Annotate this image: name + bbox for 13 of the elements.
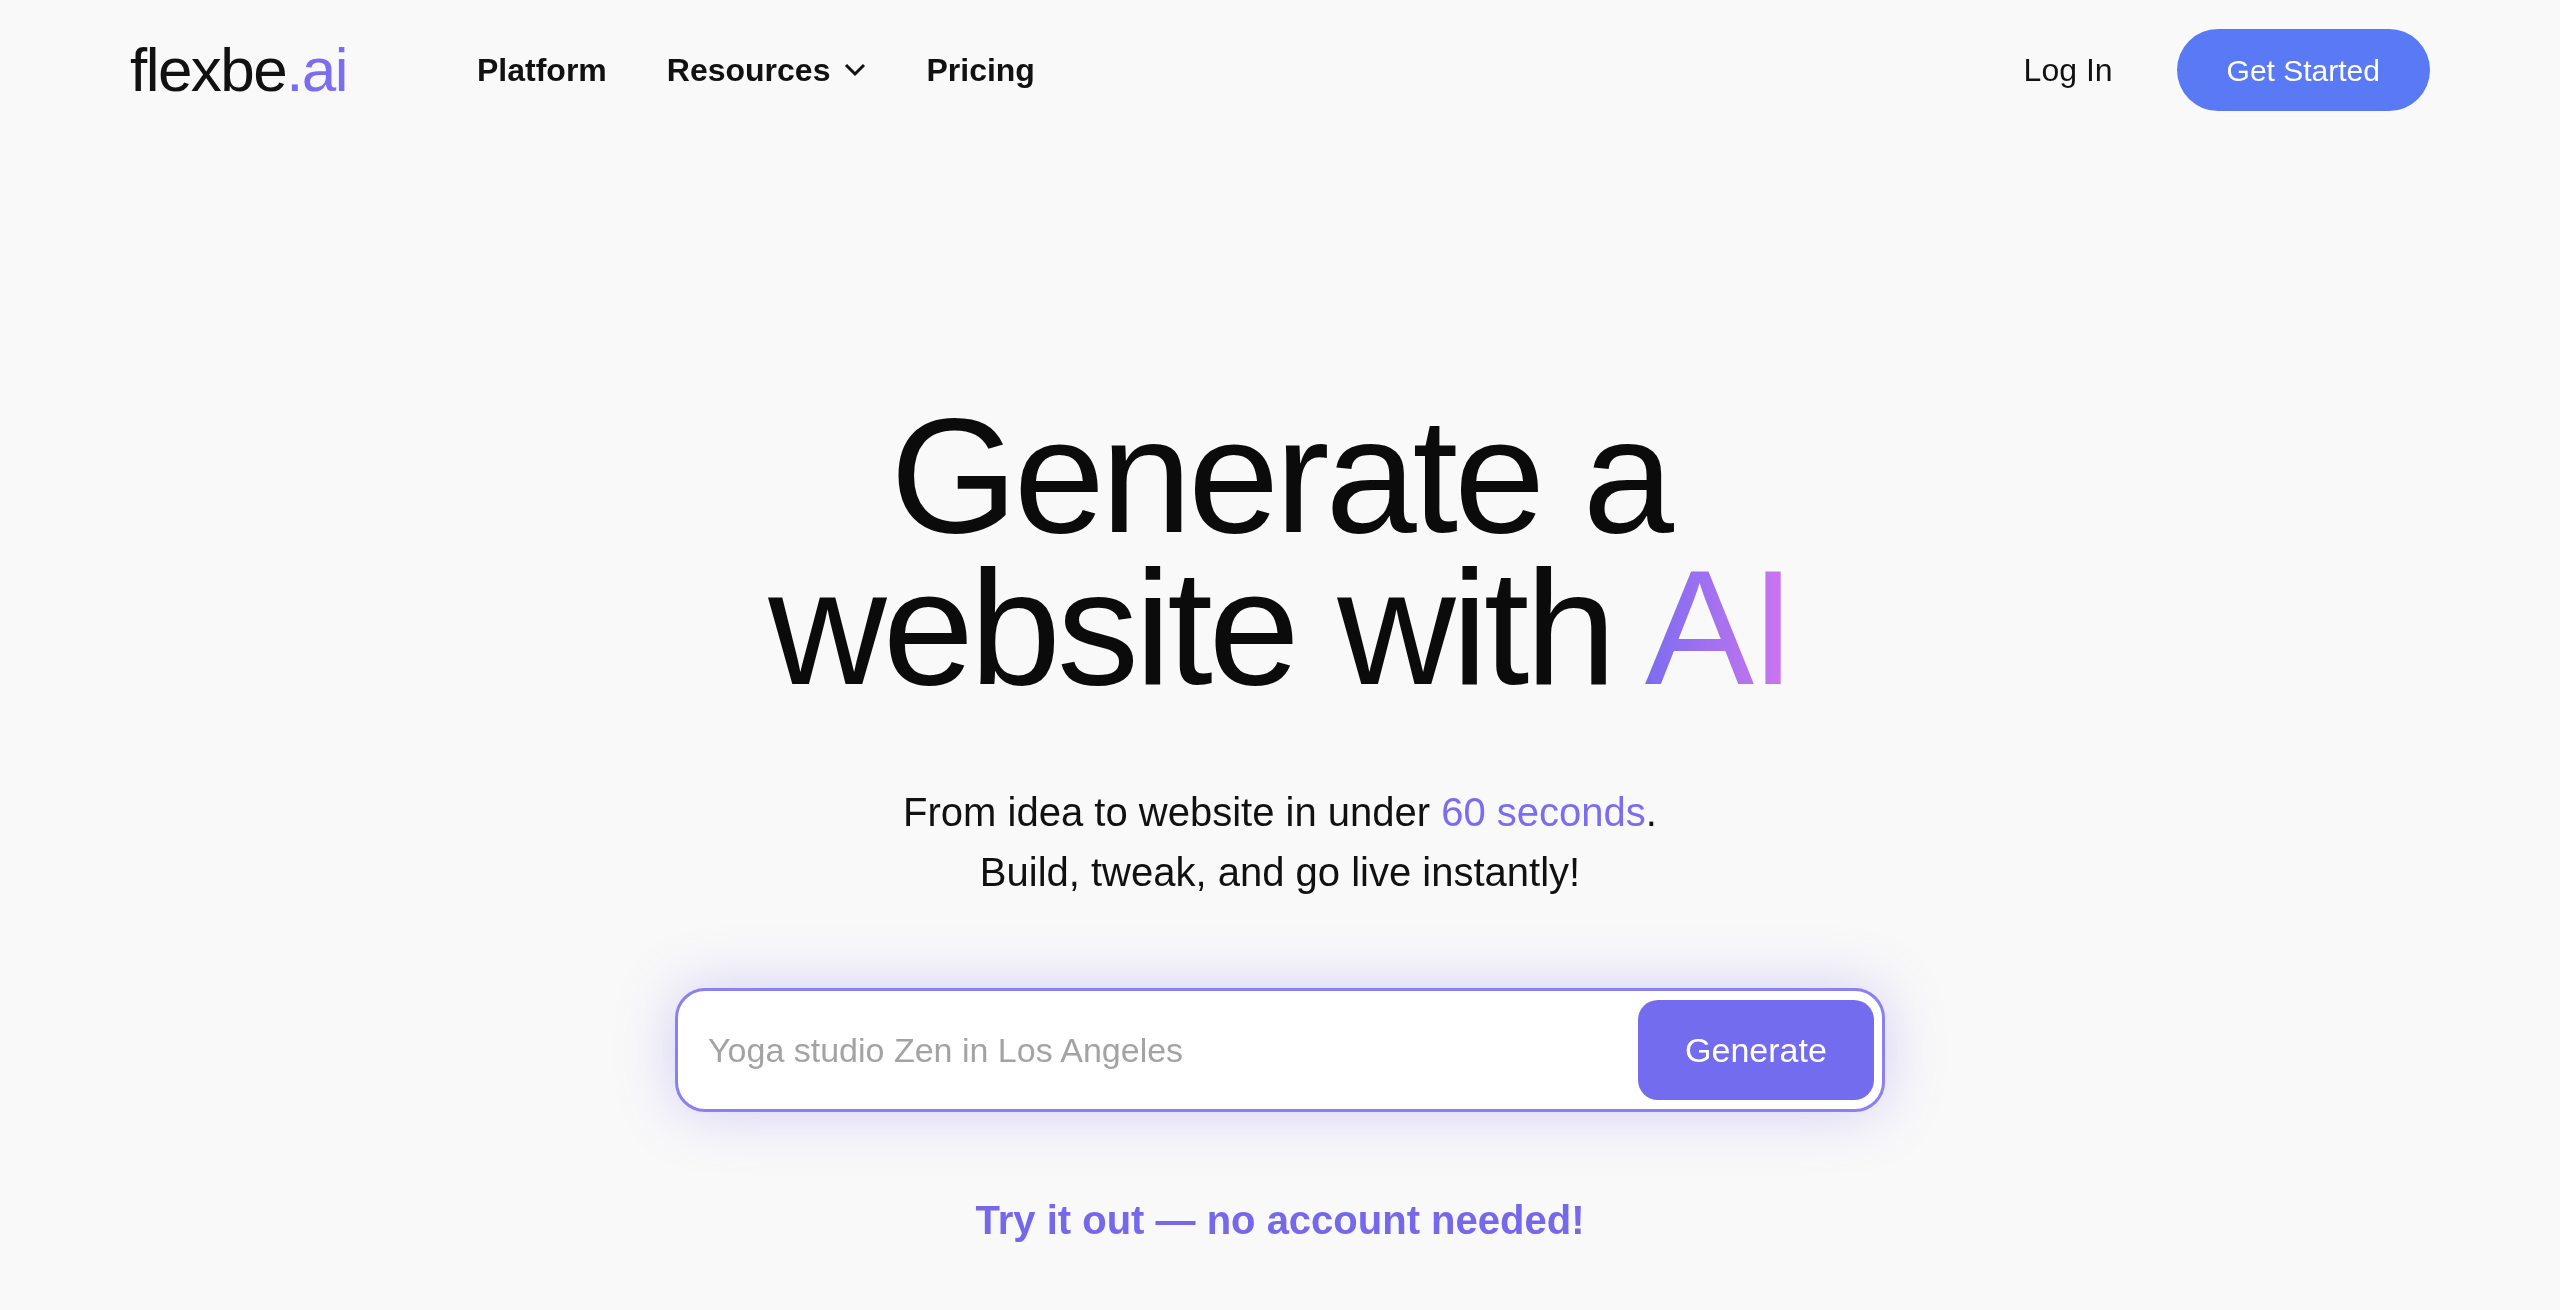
hero-heading: Generate a website with AI [768, 400, 1792, 704]
hero-subtitle: From idea to website in under 60 seconds. Build, tweak, and go live instantly! [903, 789, 1657, 896]
prompt-input[interactable]: Yoga studio Zen in Los Angeles [708, 1024, 1638, 1076]
nav-link[interactable]: Resources [666, 46, 867, 94]
nav-link[interactable]: Platform [477, 46, 607, 94]
nav-link[interactable]: Pricing [926, 46, 1035, 94]
chevron-down-icon [844, 63, 867, 77]
try-it-note: Try it out — no account needed! [975, 1197, 1585, 1244]
generate-button[interactable]: Generate [1638, 1000, 1874, 1100]
logo[interactable]: flexbe.ai [130, 39, 347, 101]
prompt-field[interactable]: Yoga studio Zen in Los Angeles Generate [675, 988, 1885, 1112]
login-link[interactable]: Log In [2023, 46, 2113, 94]
get-started-button[interactable]: Get Started [2176, 29, 2430, 111]
